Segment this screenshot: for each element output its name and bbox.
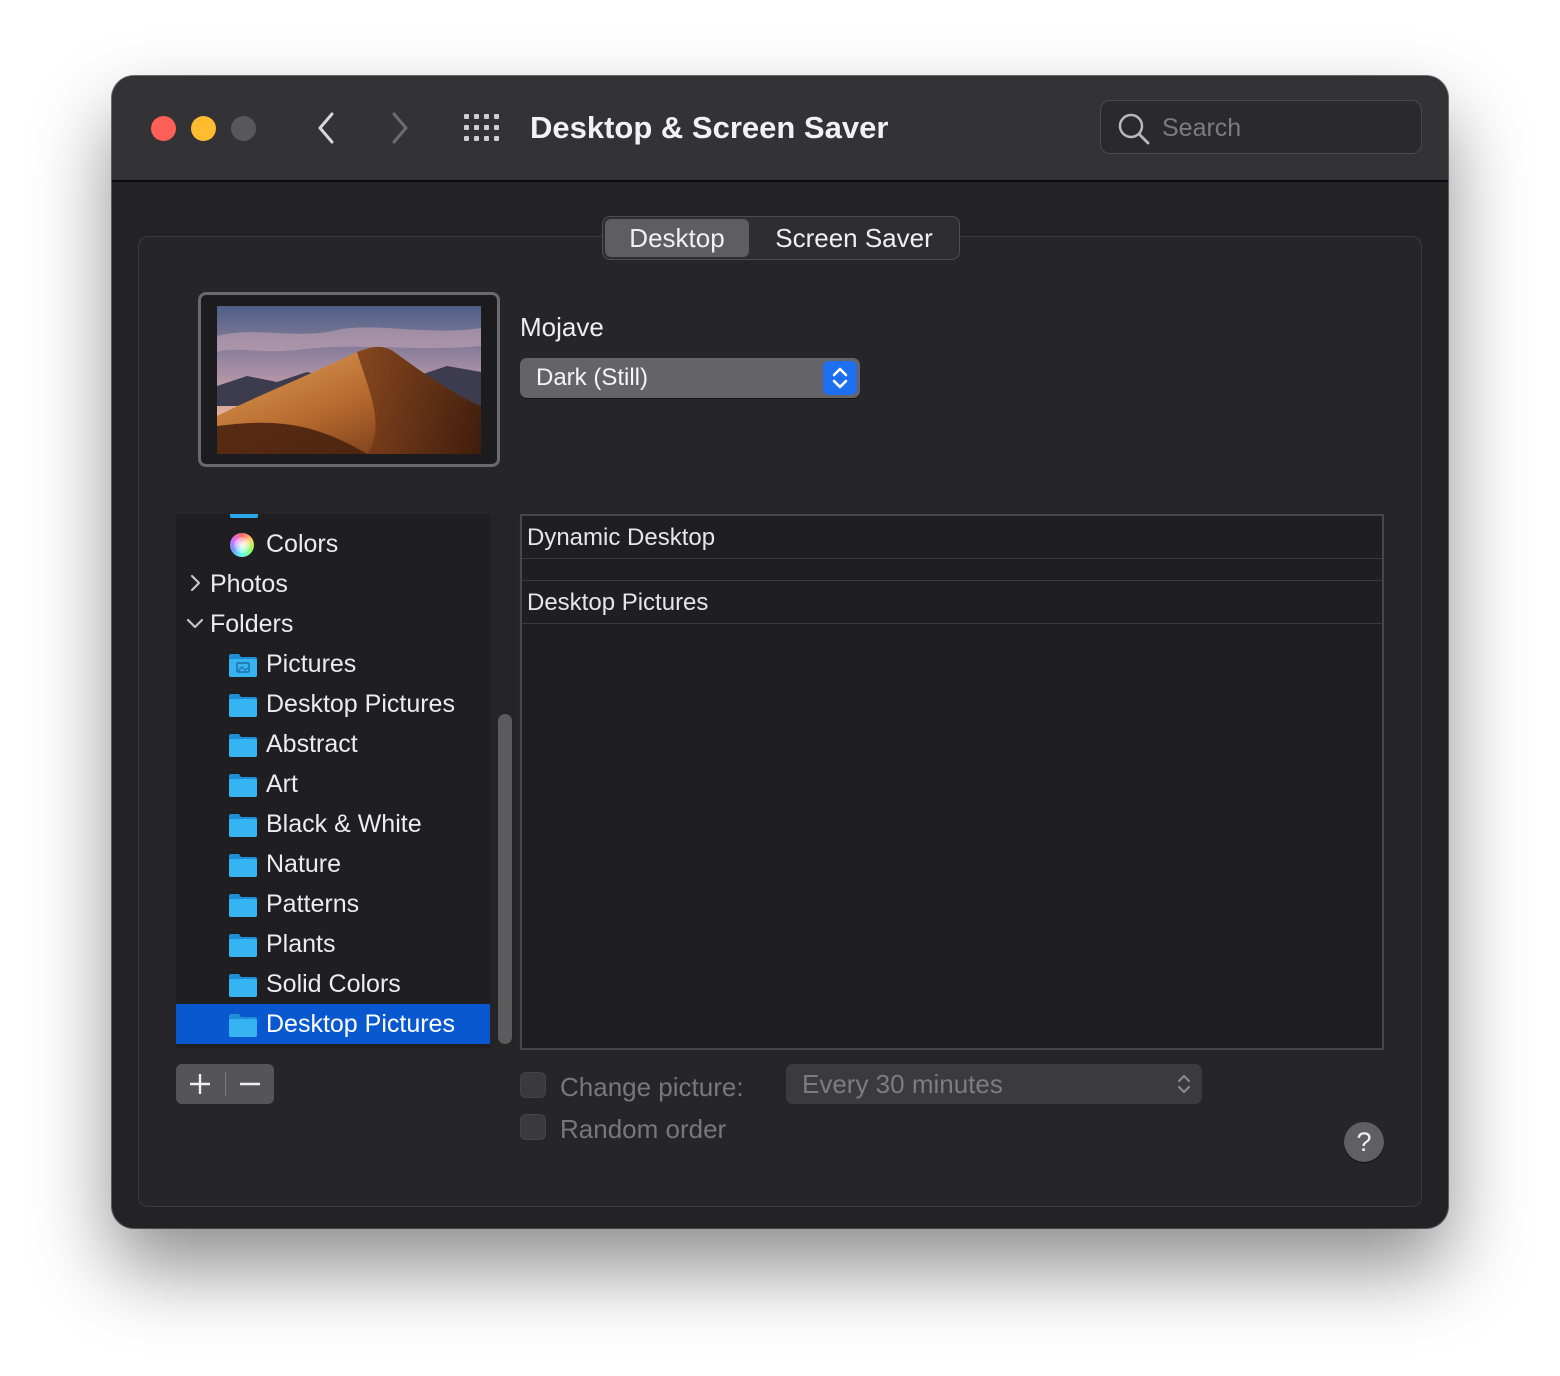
sidebar-item-black-white[interactable]: Black & White [176, 804, 490, 844]
sidebar-item-desktop-pictures[interactable]: Desktop Pictures [176, 684, 490, 724]
sidebar-item-label: Black & White [266, 810, 422, 838]
sidebar-item-colors[interactable]: Colors [176, 524, 490, 564]
folder-icon [229, 894, 257, 917]
sidebar-item-art[interactable]: Art [176, 764, 490, 804]
remove-folder-button[interactable] [226, 1064, 274, 1104]
colors-icon [230, 533, 254, 557]
search-field[interactable]: Search [1100, 100, 1422, 154]
wallpaper-preview [198, 292, 500, 467]
title-bar: Desktop & Screen Saver Search [112, 76, 1448, 182]
sidebar-item-label: Desktop Pictures [266, 690, 455, 718]
folder-icon [229, 974, 257, 997]
sidebar-item-label: Art [266, 770, 298, 798]
chevron-right-icon [392, 112, 408, 144]
wallpaper-name: Mojave [520, 312, 604, 342]
sidebar-item-label: Nature [266, 850, 342, 878]
random-order-label: Random order [560, 1114, 727, 1144]
up-down-chevron-icon [832, 367, 848, 389]
add-folder-button[interactable] [176, 1064, 224, 1104]
folder-icon-partial [230, 514, 258, 518]
sidebar-item-solid-colors[interactable]: Solid Colors [176, 964, 490, 1004]
popup-stepper[interactable] [823, 361, 857, 395]
folder-icon [229, 694, 257, 717]
folder-icon [229, 734, 257, 757]
pictures-folder-icon [229, 654, 257, 677]
source-sidebar: Colors Photos Folders Pictures Desktop P… [176, 514, 490, 1048]
show-all-grid-icon[interactable] [464, 114, 500, 142]
sidebar-item-plants[interactable]: Plants [176, 924, 490, 964]
folder-icon [229, 934, 257, 957]
change-interval-popup[interactable]: Every 30 minutes [786, 1064, 1202, 1104]
sidebar-item-label: Colors [266, 530, 339, 558]
minus-icon [240, 1082, 260, 1086]
forward-button[interactable] [380, 108, 420, 148]
wallpaper-mode-value: Dark (Still) [536, 364, 648, 391]
folder-icon [229, 854, 257, 877]
preferences-window: Desktop & Screen Saver Search Desktop Sc… [112, 76, 1448, 1228]
sidebar-item-pictures[interactable]: Pictures [176, 644, 490, 684]
wallpaper-mode-popup[interactable]: Dark (Still) [520, 358, 860, 398]
folder-icon [229, 774, 257, 797]
sidebar-item-photos[interactable]: Photos [176, 564, 490, 604]
tab-desktop[interactable]: Desktop [605, 219, 749, 257]
section-header-dynamic-desktop: Dynamic Desktop [522, 516, 1382, 559]
help-button[interactable]: ? [1344, 1122, 1384, 1162]
sidebar-item-label: Folders [210, 610, 294, 638]
sidebar-item-label: Desktop Pictures [266, 1010, 455, 1038]
chevron-left-icon [318, 112, 334, 144]
tab-bar: Desktop Screen Saver [602, 216, 960, 260]
tab-screen-saver[interactable]: Screen Saver [753, 219, 955, 257]
sidebar-item-label: Patterns [266, 890, 360, 918]
change-picture-label: Change picture: [560, 1072, 744, 1102]
close-button[interactable] [151, 116, 176, 141]
sidebar-item-nature[interactable]: Nature [176, 844, 490, 884]
section-header-label: Dynamic Desktop [527, 524, 716, 551]
picture-browser: Dynamic Desktop Desktop Pictures [520, 514, 1384, 1050]
sidebar-item-abstract[interactable]: Abstract [176, 724, 490, 764]
sidebar-item-label: Abstract [266, 730, 358, 758]
folder-icon [229, 814, 257, 837]
sidebar-item-patterns[interactable]: Patterns [176, 884, 490, 924]
window-title: Desktop & Screen Saver [530, 110, 889, 145]
chevron-right-icon[interactable] [186, 574, 204, 592]
sidebar-item-label: Plants [266, 930, 336, 958]
sidebar-item-label: Photos [210, 570, 288, 598]
sidebar-item-label: Pictures [266, 650, 357, 678]
chevron-down-icon[interactable] [186, 614, 204, 632]
sidebar-item-label: Solid Colors [266, 970, 401, 998]
section-header-label: Desktop Pictures [527, 589, 709, 616]
sidebar-item-desktop-pictures-selected[interactable]: Desktop Pictures [176, 1004, 490, 1044]
change-picture-checkbox[interactable] [520, 1072, 546, 1098]
minimize-button[interactable] [191, 116, 216, 141]
sidebar-item-folders[interactable]: Folders [176, 604, 490, 644]
random-order-checkbox[interactable] [520, 1114, 546, 1140]
wallpaper-thumbnail [217, 306, 481, 454]
section-header-desktop-pictures: Desktop Pictures [522, 581, 1382, 624]
plus-icon [190, 1074, 210, 1094]
folder-icon [229, 1014, 257, 1037]
search-placeholder: Search [1162, 114, 1242, 142]
change-interval-value: Every 30 minutes [802, 1069, 1003, 1099]
zoom-button[interactable] [231, 116, 256, 141]
search-icon [1118, 113, 1150, 145]
back-button[interactable] [306, 108, 346, 148]
sidebar-scrollbar[interactable] [498, 714, 512, 1044]
add-remove-control [176, 1064, 274, 1104]
up-down-chevron-icon [1177, 1074, 1191, 1094]
